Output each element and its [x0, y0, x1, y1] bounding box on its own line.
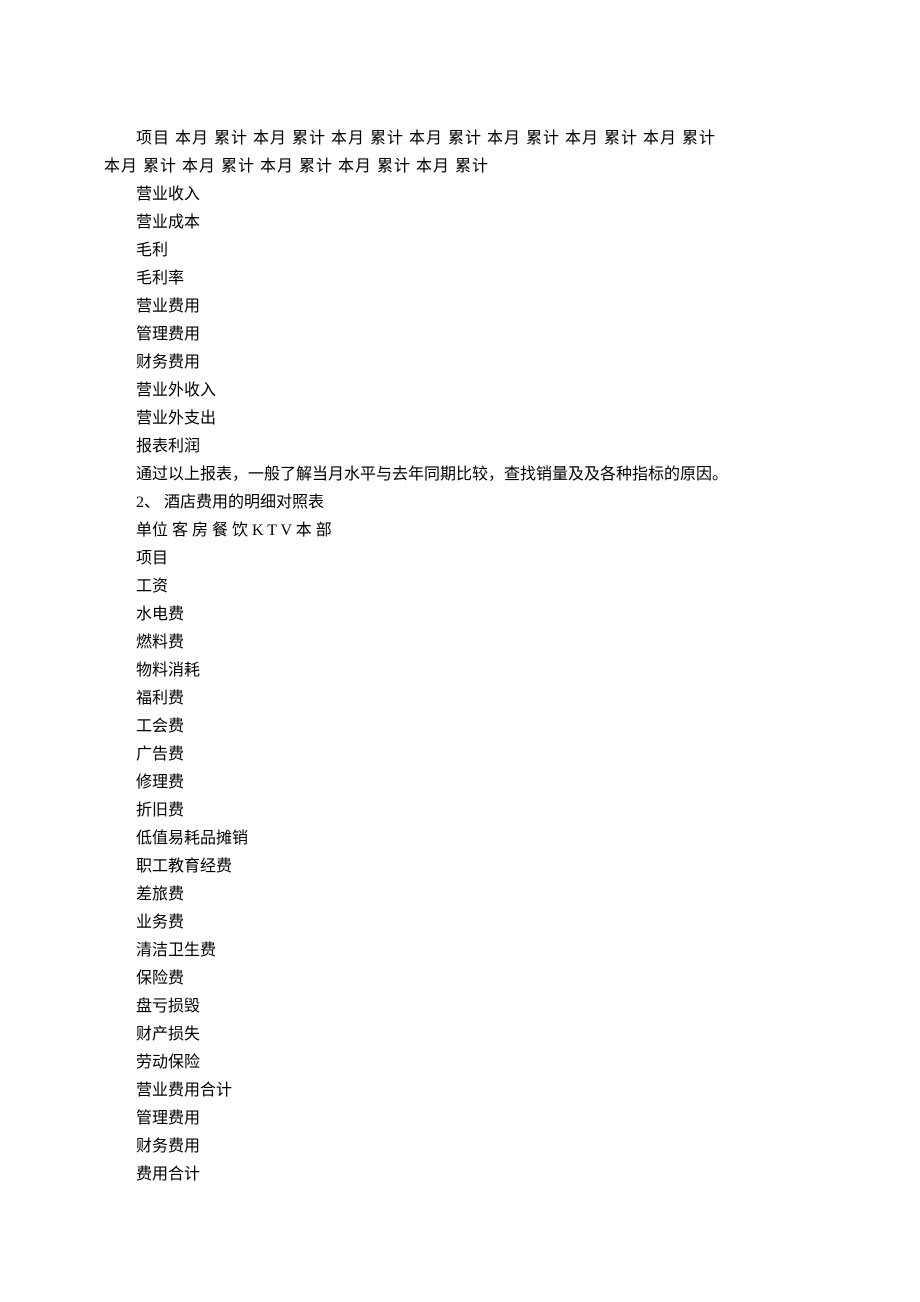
section1-item: 营业外支出 — [104, 405, 816, 433]
section2-item: 财务费用 — [104, 1133, 816, 1161]
section2-heading: 2、 酒店费用的明细对照表 — [104, 489, 816, 517]
section2-item: 水电费 — [104, 601, 816, 629]
section1-item: 管理费用 — [104, 321, 816, 349]
section2-item: 管理费用 — [104, 1105, 816, 1133]
section1-item: 营业费用 — [104, 293, 816, 321]
header-line-2: 本月 累计 本月 累计 本月 累计 本月 累计 本月 累计 — [104, 153, 816, 181]
section2-item: 修理费 — [104, 769, 816, 797]
section2-item: 折旧费 — [104, 797, 816, 825]
section2-item: 物料消耗 — [104, 657, 816, 685]
section2-item: 业务费 — [104, 909, 816, 937]
section2-item: 广告费 — [104, 741, 816, 769]
section1-summary: 通过以上报表，一般了解当月水平与去年同期比较，查找销量及及各种指标的原因。 — [104, 461, 816, 489]
section2-item: 保险费 — [104, 965, 816, 993]
section2-item: 低值易耗品摊销 — [104, 825, 816, 853]
section2-item-label: 项目 — [104, 545, 816, 573]
header-line-1: 项目 本月 累计 本月 累计 本月 累计 本月 累计 本月 累计 本月 累计 本… — [104, 125, 816, 153]
section2-item: 劳动保险 — [104, 1049, 816, 1077]
section1-item: 毛利率 — [104, 265, 816, 293]
section2-item: 福利费 — [104, 685, 816, 713]
section1-item: 营业成本 — [104, 209, 816, 237]
section2-item: 工会费 — [104, 713, 816, 741]
section2-item: 盘亏损毁 — [104, 993, 816, 1021]
section1-item: 营业收入 — [104, 181, 816, 209]
section2-item: 职工教育经费 — [104, 853, 816, 881]
section2-unit-line: 单位 客 房 餐 饮 K T V 本 部 — [104, 517, 816, 545]
section2-item: 工资 — [104, 573, 816, 601]
section1-item: 毛利 — [104, 237, 816, 265]
section2-item: 财产损失 — [104, 1021, 816, 1049]
section1-item: 营业外收入 — [104, 377, 816, 405]
section2-item: 营业费用合计 — [104, 1077, 816, 1105]
section2-item: 燃料费 — [104, 629, 816, 657]
section1-item: 财务费用 — [104, 349, 816, 377]
section1-item: 报表利润 — [104, 433, 816, 461]
section2-item: 费用合计 — [104, 1161, 816, 1189]
section2-item: 清洁卫生费 — [104, 937, 816, 965]
section2-item: 差旅费 — [104, 881, 816, 909]
